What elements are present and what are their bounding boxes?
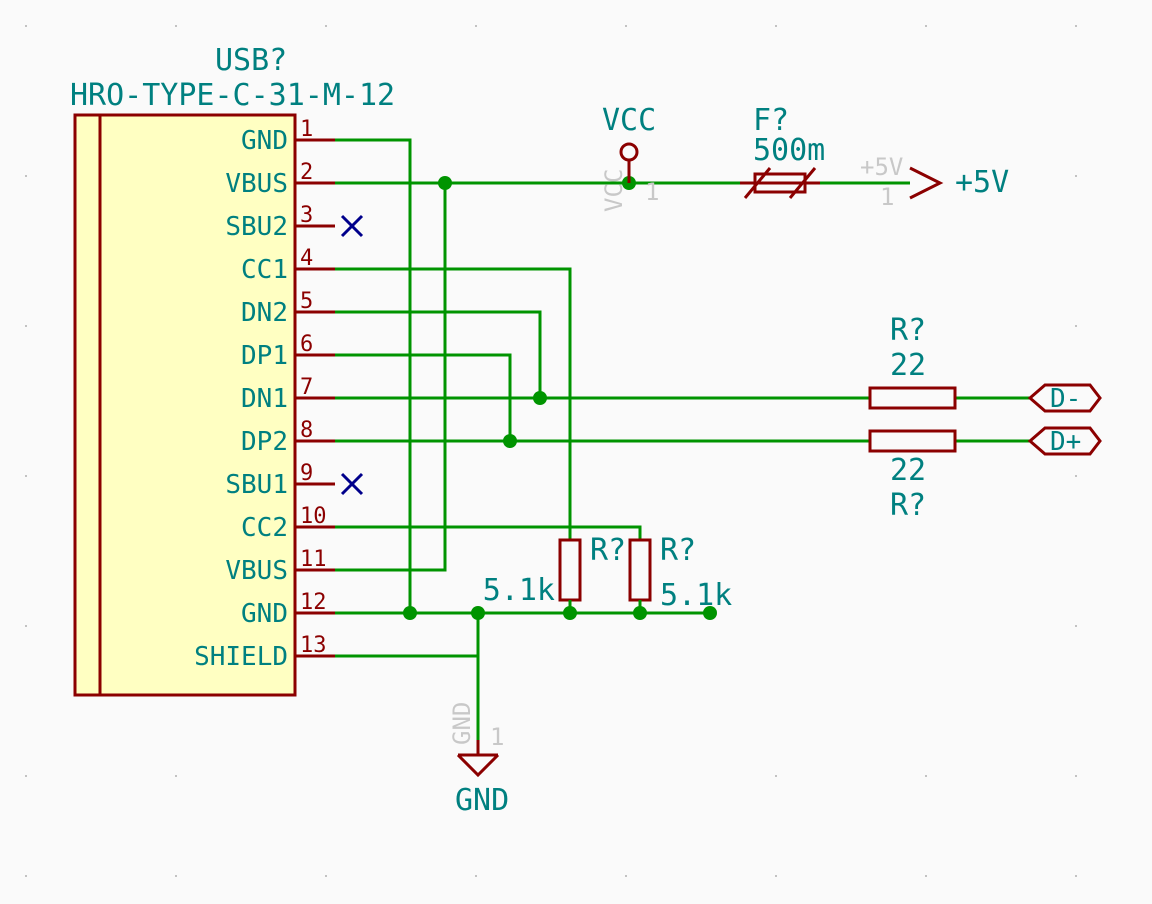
- svg-text:R?: R?: [660, 533, 696, 568]
- svg-text:VBUS: VBUS: [225, 169, 288, 199]
- svg-text:D-: D-: [1050, 384, 1081, 414]
- svg-text:D+: D+: [1050, 427, 1081, 457]
- svg-text:DP2: DP2: [241, 427, 288, 457]
- svg-text:SBU2: SBU2: [225, 212, 288, 242]
- svg-text:VCC: VCC: [600, 169, 628, 212]
- svg-text:+5V: +5V: [860, 153, 903, 181]
- svg-text:11: 11: [300, 547, 327, 572]
- svg-text:SBU1: SBU1: [225, 470, 288, 500]
- r-dp: 22 R?: [870, 431, 955, 523]
- svg-text:7: 7: [300, 375, 313, 400]
- no-connect-sbu2: [342, 216, 362, 236]
- svg-text:1: 1: [645, 178, 659, 206]
- svg-text:VCC: VCC: [602, 103, 656, 138]
- vcc-power: VCC VCC 1: [600, 103, 659, 212]
- svg-text:12: 12: [300, 590, 327, 615]
- svg-text:22: 22: [890, 348, 926, 383]
- svg-text:DP1: DP1: [241, 341, 288, 371]
- svg-text:9: 9: [300, 461, 313, 486]
- svg-text:5.1k: 5.1k: [483, 573, 555, 608]
- svg-text:R?: R?: [890, 313, 926, 348]
- svg-text:8: 8: [300, 418, 313, 443]
- schematic: USB? HRO-TYPE-C-31-M-12 1 GND 2 VBUS 3 S…: [0, 0, 1152, 904]
- svg-text:4: 4: [300, 246, 313, 271]
- svg-text:5.1k: 5.1k: [660, 578, 732, 613]
- svg-text:CC2: CC2: [241, 513, 288, 543]
- svg-text:R?: R?: [890, 488, 926, 523]
- svg-text:SHIELD: SHIELD: [194, 642, 288, 672]
- r-dm: R? 22: [870, 313, 955, 408]
- svg-text:5: 5: [300, 289, 313, 314]
- netlabel-dp: D+: [1030, 427, 1100, 457]
- svg-text:+5V: +5V: [955, 165, 1009, 200]
- svg-text:GND: GND: [241, 599, 288, 629]
- svg-text:GND: GND: [448, 702, 476, 745]
- svg-text:1: 1: [300, 117, 313, 142]
- svg-text:GND: GND: [241, 126, 288, 156]
- svg-text:DN1: DN1: [241, 384, 288, 414]
- svg-text:1: 1: [490, 723, 504, 751]
- svg-text:22: 22: [890, 453, 926, 488]
- no-connect-sbu1: [342, 474, 362, 494]
- svg-text:GND: GND: [455, 783, 509, 818]
- svg-text:10: 10: [300, 504, 327, 529]
- svg-text:CC1: CC1: [241, 255, 288, 285]
- svg-text:DN2: DN2: [241, 298, 288, 328]
- svg-text:6: 6: [300, 332, 313, 357]
- r-cc2: R? 5.1k: [630, 533, 732, 613]
- svg-text:3: 3: [300, 203, 313, 228]
- fuse: F? 500m: [740, 103, 825, 198]
- ref: USB?: [215, 43, 287, 78]
- svg-text:VBUS: VBUS: [225, 556, 288, 586]
- svg-text:1: 1: [880, 183, 894, 211]
- svg-text:R?: R?: [590, 533, 626, 568]
- svg-text:500m: 500m: [753, 133, 825, 168]
- svg-text:13: 13: [300, 633, 327, 658]
- r-cc1: R? 5.1k: [483, 533, 626, 613]
- wires: [335, 140, 1030, 740]
- value: HRO-TYPE-C-31-M-12: [70, 78, 395, 113]
- svg-text:2: 2: [300, 160, 313, 185]
- netlabel-dm: D-: [1030, 384, 1100, 414]
